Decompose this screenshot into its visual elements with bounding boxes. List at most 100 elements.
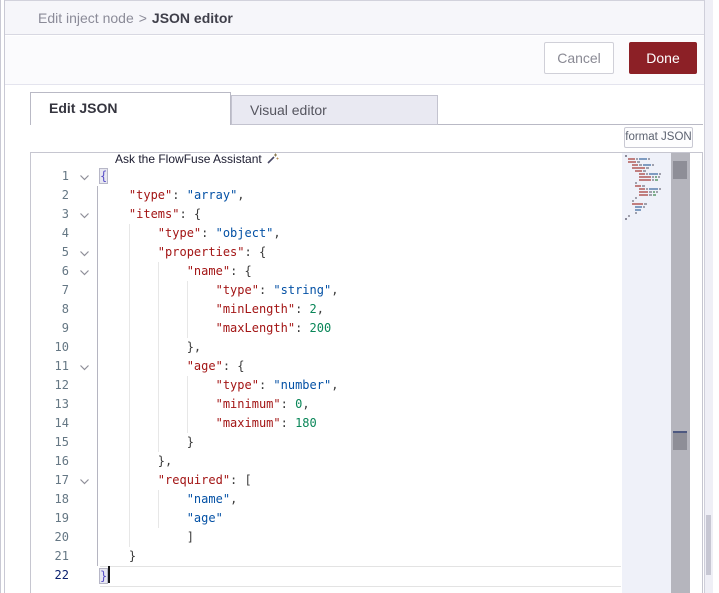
fold-gutter xyxy=(69,433,100,452)
code-line[interactable]: 20 ] xyxy=(31,528,622,547)
code-line[interactable]: 16 }, xyxy=(31,452,622,471)
cancel-button[interactable]: Cancel xyxy=(544,42,614,74)
chevron-down-icon[interactable] xyxy=(69,262,100,281)
code-line[interactable]: 3 "items": { xyxy=(31,205,622,224)
minimap[interactable] xyxy=(622,153,671,593)
fold-gutter xyxy=(69,281,100,300)
fold-gutter xyxy=(69,414,100,433)
code-text: "required": [ xyxy=(157,473,252,487)
active-indent-guide xyxy=(97,186,98,566)
page-scrollbar-thumb[interactable] xyxy=(706,515,711,575)
editor-scrollbar[interactable] xyxy=(671,153,690,593)
fold-gutter xyxy=(69,300,100,319)
line-number: 18 xyxy=(54,492,69,506)
code-line[interactable]: 15 } xyxy=(31,433,622,452)
code-text: "maximum": 180 xyxy=(215,416,317,430)
chevron-down-icon[interactable] xyxy=(69,357,100,376)
code-text: "type": "object", xyxy=(157,226,281,240)
dialog-left-edge-inner xyxy=(4,0,5,593)
magic-wand-icon xyxy=(267,153,279,164)
code-line[interactable]: 9 "maxLength": 200 xyxy=(31,319,622,338)
code-text: ] xyxy=(186,530,194,544)
chevron-down-icon[interactable] xyxy=(69,243,100,262)
code-line[interactable]: 17 "required": [ xyxy=(31,471,622,490)
scrollbar-thumb[interactable] xyxy=(673,161,687,179)
code-line[interactable]: 4 "type": "object", xyxy=(31,224,622,243)
breadcrumb-current: JSON editor xyxy=(151,10,233,26)
code-text: } xyxy=(128,549,137,563)
code-line[interactable]: 21 } xyxy=(31,547,622,566)
code-text: }, xyxy=(157,454,173,468)
code-text: "type": "number", xyxy=(215,378,339,392)
line-number: 10 xyxy=(54,340,69,354)
fold-gutter xyxy=(69,319,100,338)
code-line[interactable]: 2 "type": "array", xyxy=(31,186,622,205)
code-text: } xyxy=(98,566,111,585)
line-number: 13 xyxy=(54,397,69,411)
chevron-down-icon[interactable] xyxy=(69,471,100,490)
assistant-prompt[interactable]: Ask the FlowFuse Assistant xyxy=(115,152,279,168)
line-number: 4 xyxy=(61,226,69,240)
line-number: 7 xyxy=(61,283,69,297)
fold-gutter xyxy=(69,338,100,357)
chevron-down-icon[interactable] xyxy=(69,167,100,186)
code-text: } xyxy=(186,435,194,449)
code-line[interactable]: 10 }, xyxy=(31,338,622,357)
fold-gutter xyxy=(69,452,100,471)
fold-gutter xyxy=(69,528,100,547)
fold-gutter xyxy=(69,395,100,414)
line-number: 14 xyxy=(54,416,69,430)
done-button[interactable]: Done xyxy=(629,42,697,74)
chevron-down-icon[interactable] xyxy=(69,205,100,224)
code-text: "maxLength": 200 xyxy=(215,321,332,335)
code-text: }, xyxy=(186,340,202,354)
line-number: 5 xyxy=(61,245,69,259)
fold-gutter xyxy=(69,224,100,243)
code-line[interactable]: 7 "type": "string", xyxy=(31,281,622,300)
code-text: "properties": { xyxy=(157,245,267,259)
line-number: 17 xyxy=(54,473,69,487)
tab-visual-editor[interactable]: Visual editor xyxy=(231,95,438,125)
fold-gutter xyxy=(69,376,100,395)
line-number: 19 xyxy=(54,511,69,525)
line-number: 12 xyxy=(54,378,69,392)
code-text: { xyxy=(98,168,109,184)
fold-gutter xyxy=(69,186,100,205)
tab-edit-json[interactable]: Edit JSON xyxy=(30,92,231,125)
minimap-marks xyxy=(625,155,662,221)
page-scrollbar[interactable] xyxy=(705,0,713,593)
code-text: "name", xyxy=(186,492,238,506)
code-line[interactable]: 5 "properties": { xyxy=(31,243,622,262)
code-line[interactable]: 1{ xyxy=(31,167,622,186)
code-line[interactable]: 14 "maximum": 180 xyxy=(31,414,622,433)
code-line[interactable]: 19 "age" xyxy=(31,509,622,528)
fold-gutter xyxy=(69,547,100,566)
line-number: 2 xyxy=(61,188,69,202)
line-number: 20 xyxy=(54,530,69,544)
breadcrumb-parent-link[interactable]: Edit inject node xyxy=(38,10,134,26)
scrollbar-cursor-marker xyxy=(673,431,687,450)
line-number: 9 xyxy=(61,321,69,335)
assistant-prompt-label: Ask the FlowFuse Assistant xyxy=(115,152,262,166)
code-text: "age" xyxy=(186,511,223,525)
line-number: 15 xyxy=(54,435,69,449)
json-code-editor[interactable]: Ask the FlowFuse Assistant 1{2 "type": "… xyxy=(30,152,703,593)
fold-gutter xyxy=(69,566,100,585)
line-number: 16 xyxy=(54,454,69,468)
code-line[interactable]: 11 "age": { xyxy=(31,357,622,376)
code-text: "type": "string", xyxy=(215,283,339,297)
code-line[interactable]: 8 "minLength": 2, xyxy=(31,300,622,319)
line-number: 1 xyxy=(61,169,69,183)
code-line[interactable]: 22} xyxy=(31,566,622,587)
breadcrumb-separator: > xyxy=(138,10,147,26)
code-line[interactable]: 13 "minimum": 0, xyxy=(31,395,622,414)
format-json-button[interactable]: format JSON xyxy=(624,127,693,148)
code-line[interactable]: 12 "type": "number", xyxy=(31,376,622,395)
code-line[interactable]: 6 "name": { xyxy=(31,262,622,281)
fold-gutter xyxy=(69,490,100,509)
dialog-button-bar: Cancel Done xyxy=(5,36,705,85)
line-number: 6 xyxy=(61,264,69,278)
code-text: "minLength": 2, xyxy=(215,302,324,316)
code-text: "minimum": 0, xyxy=(215,397,310,411)
code-line[interactable]: 18 "name", xyxy=(31,490,622,509)
